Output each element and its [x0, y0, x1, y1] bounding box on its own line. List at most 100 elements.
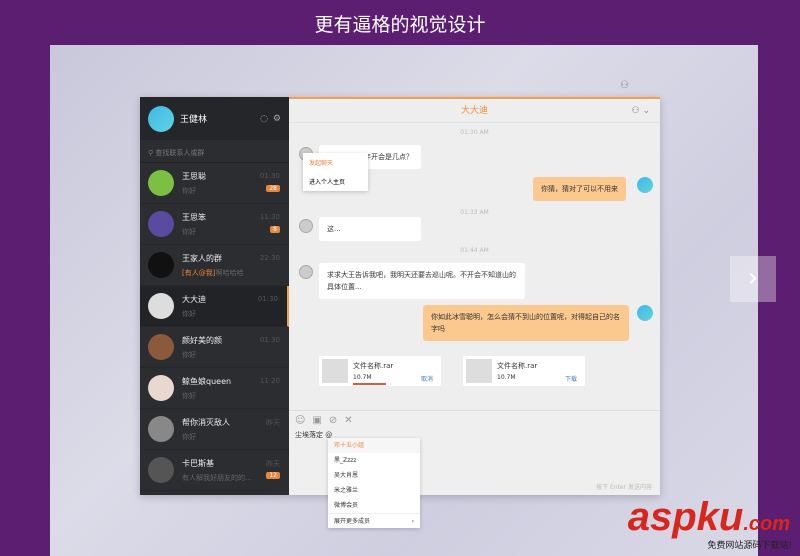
contact-time: 昨天	[266, 460, 280, 468]
contact-item[interactable]: 卡巴斯基 有人解我好朋友的的... 昨天 12	[140, 450, 289, 491]
gear-icon[interactable]: ⚙	[273, 114, 281, 124]
show-more-label: 展开更多成员	[334, 518, 371, 525]
attachment-icon[interactable]: ⊘	[329, 415, 337, 426]
chat-main: 大大迪 ⚇ ⌄ 01:30 AM ...年开会是几点？ 发起聊天 进入个人主页 …	[289, 97, 660, 495]
contact-time: 01:30	[259, 336, 280, 344]
preview-text: 你好	[182, 432, 196, 441]
file-thumbnail	[322, 359, 348, 383]
contact-item[interactable]: 鲸鱼娘queen 你好 11:20	[140, 368, 289, 409]
avatar[interactable]	[637, 305, 653, 321]
preview-text: 啊哈哈哈	[215, 268, 244, 277]
chat-window: 王健林 ◌ ⚙ ⚲ 查找联系人或群 王思聪 你好 01:30 28 王思笨 你好…	[140, 97, 660, 495]
contact-preview: 你好	[182, 309, 279, 319]
mention-dropdown: 邓十五小组 黑_Zzzz 吴大肖恩 米之雅兰 微博会员 展开更多成员 ›	[328, 438, 420, 528]
contact-time: 01:30	[257, 295, 278, 303]
message-bubble: 你如此冰雪聪明，怎么会猜不到山的位置呢，对得起自己的名字吗	[423, 305, 629, 341]
avatar	[148, 375, 174, 401]
contact-preview: 你好	[182, 350, 281, 360]
mention-option[interactable]: 吴大肖恩	[328, 468, 420, 483]
progress-bar	[353, 383, 386, 385]
user-name: 王健林	[180, 115, 208, 125]
contact-item[interactable]: 王思笨 你好 11:30 8	[140, 204, 289, 245]
avatar	[148, 334, 174, 360]
file-card: 文件名称.rar 10.7M 下载	[463, 356, 585, 386]
contact-item[interactable]: 王家人的群 [有人@我]啊哈哈哈 22:30	[140, 245, 289, 286]
message-bubble: 求求大王告诉我吧，我明天还要去巡山呢。不开会不知道山的具体位置...	[319, 263, 525, 299]
file-card: 文件名称.rar 10.7M 取消	[319, 356, 441, 386]
contact-item[interactable]: 帮你消灭敌人 你好 昨天	[140, 409, 289, 450]
contact-preview: 你好	[182, 432, 281, 442]
sidebar-header: 王健林 ◌ ⚙	[140, 97, 289, 140]
unread-badge: 28	[266, 185, 280, 192]
preview-text: 有人解我好朋友的的...	[182, 473, 252, 482]
contact-time: 11:30	[259, 213, 280, 221]
contact-time: 22:30	[259, 254, 280, 262]
message-bubble: 这...	[319, 217, 421, 241]
chevron-down-icon[interactable]: ⌄	[642, 106, 650, 116]
file-name: 文件名称.rar	[353, 362, 394, 370]
next-slide-button[interactable]: ›	[730, 256, 776, 302]
avatar	[148, 170, 174, 196]
contact-item[interactable]: 大大迪 你好 01:30	[140, 286, 289, 327]
mention-option[interactable]: 黑_Zzzz	[328, 453, 420, 468]
timestamp: 01:30 AM	[460, 129, 489, 136]
contact-preview: 你好	[182, 227, 281, 237]
sidebar: 王健林 ◌ ⚙ ⚲ 查找联系人或群 王思聪 你好 01:30 28 王思笨 你好…	[140, 97, 289, 495]
preview-text: 你好	[182, 350, 196, 359]
avatar[interactable]	[299, 265, 313, 279]
avatar	[148, 293, 174, 319]
timestamp: 01:33 AM	[460, 209, 489, 216]
file-name: 文件名称.rar	[497, 362, 538, 370]
avatar	[148, 252, 174, 278]
preview-text: 你好	[182, 227, 196, 236]
preview-text: 你好	[182, 186, 196, 195]
avatar[interactable]	[148, 105, 174, 132]
message-bubble: 你猜，猜对了可以不用来	[533, 177, 626, 201]
mention-tag: [有人@我]	[182, 268, 216, 277]
context-menu: 发起聊天 进入个人主页	[303, 153, 368, 191]
watermark-caption: 免费网站源码下载站!	[707, 541, 792, 551]
avatar[interactable]	[637, 177, 653, 193]
contact-preview: [有人@我]啊哈哈哈	[182, 268, 281, 278]
contact-time: 昨天	[266, 419, 280, 427]
user-icon[interactable]: ⚇	[632, 106, 640, 116]
download-button[interactable]: 下载	[565, 374, 577, 383]
contact-preview: 你好	[182, 391, 281, 401]
show-more-members[interactable]: 展开更多成员 ›	[328, 513, 420, 528]
contact-item[interactable]: 颜好美的颜 你好 01:30	[140, 327, 289, 368]
file-thumbnail	[466, 359, 492, 383]
menu-item-start-chat[interactable]: 发起聊天	[303, 153, 368, 172]
search-placeholder: 查找联系人或群	[155, 149, 205, 157]
image-icon[interactable]: ▣	[312, 415, 321, 426]
avatar	[148, 457, 174, 483]
preview-text: 你好	[182, 391, 196, 400]
file-size: 10.7M	[353, 374, 372, 381]
search-input[interactable]: ⚲ 查找联系人或群	[140, 140, 289, 163]
mention-option[interactable]: 米之雅兰	[328, 483, 420, 498]
contacts-icon[interactable]: ⚇	[620, 80, 629, 91]
file-size: 10.7M	[497, 374, 516, 381]
menu-item-profile[interactable]: 进入个人主页	[303, 172, 368, 191]
timestamp: 01:44 AM	[460, 247, 489, 254]
chevron-right-icon: ›	[411, 518, 414, 525]
chat-title: 大大迪	[460, 106, 488, 116]
scissors-icon[interactable]: ✕	[344, 415, 352, 426]
unread-badge: 8	[270, 226, 280, 233]
watermark-logo: aspku.com	[627, 495, 790, 539]
send-hint: 按下 Enter 发送内容	[596, 484, 652, 491]
banner-title: 更有逼格的视觉设计	[0, 0, 800, 45]
message-icon[interactable]: ◌	[260, 114, 268, 124]
avatar	[148, 416, 174, 442]
emoji-icon[interactable]: ☺	[295, 415, 305, 426]
avatar[interactable]	[299, 219, 313, 233]
mention-option[interactable]: 邓十五小组	[328, 438, 420, 453]
chat-header: 大大迪 ⚇ ⌄	[289, 99, 660, 123]
contact-time: 01:30	[259, 172, 280, 180]
mention-option[interactable]: 微博会员	[328, 498, 420, 513]
contact-item[interactable]: 王思聪 你好 01:30 28	[140, 163, 289, 204]
contact-time: 11:20	[259, 377, 280, 385]
unread-badge: 12	[266, 472, 280, 479]
cancel-button[interactable]: 取消	[421, 374, 433, 383]
avatar	[148, 211, 174, 237]
preview-text: 你好	[182, 309, 196, 318]
